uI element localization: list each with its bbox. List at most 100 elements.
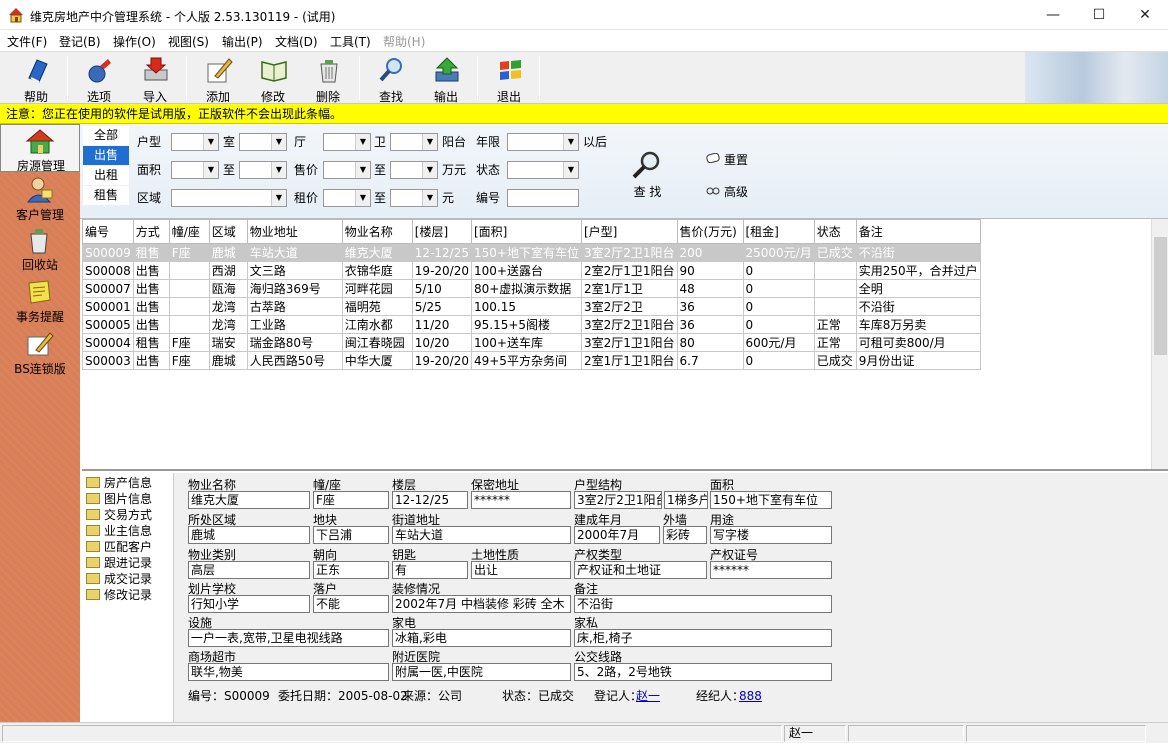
use-field[interactable]: 写字楼: [710, 526, 832, 544]
column-header[interactable]: 物业名称: [341, 219, 413, 244]
area-min-select[interactable]: ▼: [171, 161, 219, 179]
rent-min-select[interactable]: ▼: [323, 189, 371, 207]
price-max-select[interactable]: ▼: [390, 161, 438, 179]
agent-link[interactable]: 888: [739, 689, 762, 703]
hospital-field[interactable]: 附属一医,中医院: [392, 663, 571, 681]
tree-item[interactable]: 业主信息: [86, 523, 152, 539]
sidebar-item-recycle[interactable]: 回收站: [0, 224, 80, 272]
options-button[interactable]: 选项: [74, 54, 124, 103]
tree-item[interactable]: 房产信息: [86, 475, 152, 491]
table-row[interactable]: S00005 出售 龙湾 工业路 江南水都 11/20 95.15+5阁楼 3室2厅2卫1阳台…: [82, 315, 981, 334]
street-field[interactable]: 车站大道: [392, 526, 571, 544]
furniture-field[interactable]: 床,柜,椅子: [574, 629, 832, 647]
status-select[interactable]: ▼: [507, 161, 579, 179]
tree-item[interactable]: 修改记录: [86, 587, 152, 603]
menu-file[interactable]: 文件(F): [7, 33, 47, 50]
delete-button[interactable]: 删除: [303, 54, 353, 103]
secret-field[interactable]: ******: [471, 491, 571, 509]
balcony-select[interactable]: ▼: [390, 133, 438, 151]
table-row[interactable]: S00007 出售 瓯海 海归路369号 河畔花园 5/10 80+虚拟演示数据 2室1厅1卫…: [82, 279, 981, 298]
price-min-select[interactable]: ▼: [323, 161, 371, 179]
hukou-field[interactable]: 不能: [313, 595, 389, 613]
table-row[interactable]: S00004 租售 F座 瑞安 瑞金路80号 闽江春晓园 10/20 100+送车库 3室2厅1…: [82, 333, 981, 352]
bus-field[interactable]: 5、2路，2号地铁: [574, 663, 832, 681]
menu-tools[interactable]: 工具(T): [330, 33, 371, 50]
certno-field[interactable]: ******: [710, 561, 832, 579]
plot-field[interactable]: 下吕浦: [313, 526, 389, 544]
column-header[interactable]: 区域: [208, 219, 248, 244]
help-button[interactable]: 帮助: [11, 54, 61, 103]
name-field[interactable]: 维克大厦: [188, 491, 310, 509]
grid-scrollbar-thumb[interactable]: [1154, 237, 1167, 355]
sidebar-item-customer[interactable]: 客户管理: [0, 174, 80, 222]
tree-item[interactable]: 交易方式: [86, 507, 152, 523]
land-field[interactable]: 出让: [471, 561, 571, 579]
struct-extra-field[interactable]: 1梯多户: [664, 491, 708, 509]
menu-view[interactable]: 视图(S): [168, 33, 209, 50]
area-max-select[interactable]: ▼: [239, 161, 287, 179]
column-header[interactable]: 幢/座: [168, 219, 210, 244]
column-header[interactable]: [租金]: [742, 219, 815, 244]
column-header[interactable]: 状态: [813, 219, 857, 244]
built-field[interactable]: 2000年7月: [574, 526, 660, 544]
registrar-link[interactable]: 赵一: [636, 689, 660, 703]
menu-operate[interactable]: 操作(O): [113, 33, 156, 50]
tab-rent[interactable]: 出租: [83, 166, 129, 185]
column-header[interactable]: [面积]: [470, 219, 582, 244]
menu-document[interactable]: 文档(D): [275, 33, 318, 50]
code-input[interactable]: [507, 189, 579, 207]
column-header[interactable]: 备注: [855, 219, 981, 244]
search-button[interactable]: 查找: [366, 54, 416, 103]
age-select[interactable]: ▼: [507, 133, 579, 151]
market-field[interactable]: 联华,物美: [188, 663, 389, 681]
sidebar-item-bs-chain[interactable]: BS连锁版: [0, 328, 80, 376]
room-select[interactable]: ▼: [171, 133, 219, 151]
tree-item[interactable]: 匹配客户: [86, 539, 152, 555]
table-row[interactable]: S00009 租售 F座 鹿城 车站大道 维克大厦 12-12/25 150+地下室有车位 3室…: [82, 243, 981, 262]
remark-field[interactable]: 不沿街: [574, 595, 832, 613]
table-row[interactable]: S00008 出售 西湖 文三路 衣锦华庭 19-20/20 100+送露台 2室2厅1卫1阳…: [82, 261, 981, 280]
hall-select[interactable]: ▼: [239, 133, 287, 151]
rent-max-select[interactable]: ▼: [390, 189, 438, 207]
region-field[interactable]: 鹿城: [188, 526, 310, 544]
menu-help[interactable]: 帮助(H): [383, 33, 425, 50]
maximize-button[interactable]: ☐: [1076, 0, 1122, 30]
filter-search-button[interactable]: 查 找: [625, 150, 670, 200]
sidebar-item-property[interactable]: 房源管理: [0, 124, 80, 173]
tab-sale[interactable]: 出售: [83, 146, 129, 165]
area-field[interactable]: 150+地下室有车位: [710, 491, 832, 509]
school-field[interactable]: 行知小学: [188, 595, 310, 613]
tree-item[interactable]: 图片信息: [86, 491, 152, 507]
tab-rent-sale[interactable]: 租售: [83, 186, 129, 205]
minimize-button[interactable]: —: [1030, 0, 1076, 30]
type-field[interactable]: 高层: [188, 561, 310, 579]
orient-field[interactable]: 正东: [313, 561, 389, 579]
column-header[interactable]: 物业地址: [246, 219, 343, 244]
tree-item[interactable]: 跟进记录: [86, 555, 152, 571]
close-button[interactable]: ✕: [1122, 0, 1168, 30]
sidebar-item-reminder[interactable]: 事务提醒: [0, 276, 80, 324]
menu-register[interactable]: 登记(B): [59, 33, 101, 50]
column-header[interactable]: [户型]: [580, 219, 678, 244]
table-row[interactable]: S00001 出售 龙湾 古萃路 福明苑 5/25 100.15 3室2厅2卫 36 0 不沿街: [82, 297, 981, 316]
import-button[interactable]: 导入: [130, 54, 180, 103]
tab-all[interactable]: 全部: [83, 126, 129, 145]
column-header[interactable]: 方式: [132, 219, 170, 244]
add-button[interactable]: 添加: [193, 54, 243, 103]
column-header[interactable]: [楼层]: [411, 219, 472, 244]
facility-field[interactable]: 一户一表,宽带,卫星电视线路: [188, 629, 389, 647]
grid-scrollbar[interactable]: [1151, 219, 1168, 469]
column-header[interactable]: 编号: [82, 219, 134, 244]
block-field[interactable]: F座: [313, 491, 389, 509]
wall-field[interactable]: 彩砖: [663, 526, 707, 544]
struct-field[interactable]: 3室2厅2卫1阳台: [574, 491, 662, 509]
appliance-field[interactable]: 冰箱,彩电: [392, 629, 571, 647]
tree-item[interactable]: 成交记录: [86, 571, 152, 587]
bath-select[interactable]: ▼: [323, 133, 371, 151]
export-button[interactable]: 输出: [421, 54, 471, 103]
column-header[interactable]: 售价(万元): [676, 219, 744, 244]
edit-button[interactable]: 修改: [248, 54, 298, 103]
exit-button[interactable]: 退出: [484, 54, 534, 103]
proptype-field[interactable]: 产权证和土地证: [574, 561, 707, 579]
menu-output[interactable]: 输出(P): [222, 33, 263, 50]
